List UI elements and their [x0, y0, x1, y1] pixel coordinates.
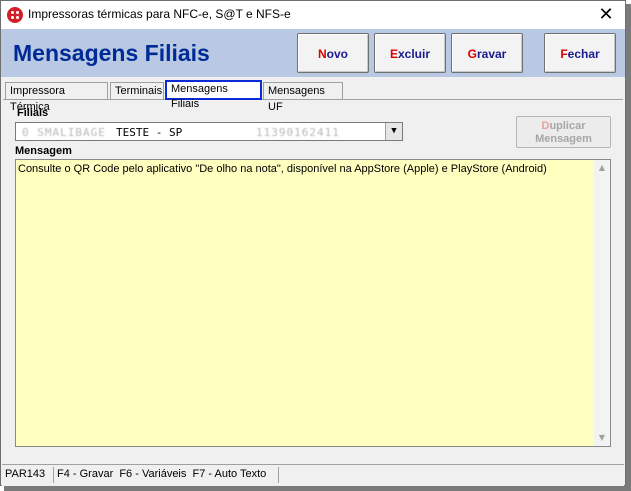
excluir-hotkey: E [389, 47, 398, 61]
novo-label: ovo [326, 47, 348, 61]
novo-button[interactable]: Novo [297, 33, 369, 73]
window-title: Impressoras térmicas para NFC-e, S@T e N… [28, 7, 291, 21]
fechar-label: echar [567, 47, 600, 61]
close-icon[interactable]: ✕ [591, 3, 621, 27]
window-shadow-right [626, 4, 631, 491]
status-divider [53, 467, 54, 483]
filial-code-redacted: 0 SMALIBAGE [22, 126, 106, 139]
gravar-hotkey: G [467, 47, 477, 61]
tab-terminais[interactable]: Terminais [110, 82, 164, 99]
mensagem-text: Consulte o QR Code pelo aplicativo "De o… [18, 163, 547, 175]
gravar-label: ravar [476, 47, 507, 61]
app-logo-icon [7, 7, 23, 23]
status-shortcuts: F4 - Gravar F6 - Variáveis F7 - Auto Tex… [57, 468, 267, 480]
tab-mensagens-uf[interactable]: Mensagens UF [263, 82, 343, 113]
mensagem-label-line2: Mensagem [535, 133, 592, 145]
duplicar-mensagem-button[interactable]: Duplicar Mensagem [516, 116, 611, 148]
chevron-down-icon[interactable]: ▼ [385, 123, 402, 140]
tab-panel-border [3, 99, 623, 100]
filiais-label: Filiais [17, 107, 49, 119]
window-shadow-bottom [4, 486, 631, 491]
gravar-button[interactable]: Gravar [451, 33, 523, 73]
excluir-button[interactable]: Excluir [374, 33, 446, 73]
filial-selected-value: TESTE - SP [116, 126, 183, 139]
mensagem-textarea[interactable]: Consulte o QR Code pelo aplicativo "De o… [15, 159, 611, 447]
status-divider [278, 467, 279, 483]
novo-hotkey: N [317, 47, 327, 61]
tab-mensagens-filiais[interactable]: Mensagens Filiais [165, 80, 262, 110]
tab-impressora-termica[interactable]: Impressora Térmica [5, 82, 108, 113]
filial-cnpj-redacted: 11390162411 [256, 126, 340, 139]
page-title: Mensagens Filiais [13, 40, 210, 66]
duplicar-label: uplicar [549, 120, 586, 132]
status-form-code: PAR143 [5, 468, 46, 480]
filiais-select[interactable]: 0 SMALIBAGE TESTE - SP 11390162411 ▼ [15, 122, 403, 141]
mensagem-label: Mensagem [15, 145, 72, 157]
header-bar: Mensagens Filiais Novo Excluir Gravar Fe… [1, 29, 625, 77]
fechar-button[interactable]: Fechar [544, 33, 616, 73]
main-window: Impressoras térmicas para NFC-e, S@T e N… [0, 0, 626, 486]
scroll-down-icon[interactable]: ▼ [594, 430, 610, 446]
title-bar: Impressoras térmicas para NFC-e, S@T e N… [1, 1, 625, 29]
memo-scrollbar[interactable]: ▲ ▼ [594, 160, 610, 446]
excluir-label: xcluir [398, 47, 431, 61]
status-bar: PAR143 F4 - Gravar F6 - Variáveis F7 - A… [2, 464, 624, 486]
fechar-hotkey: F [560, 47, 568, 61]
scroll-up-icon[interactable]: ▲ [594, 160, 610, 176]
